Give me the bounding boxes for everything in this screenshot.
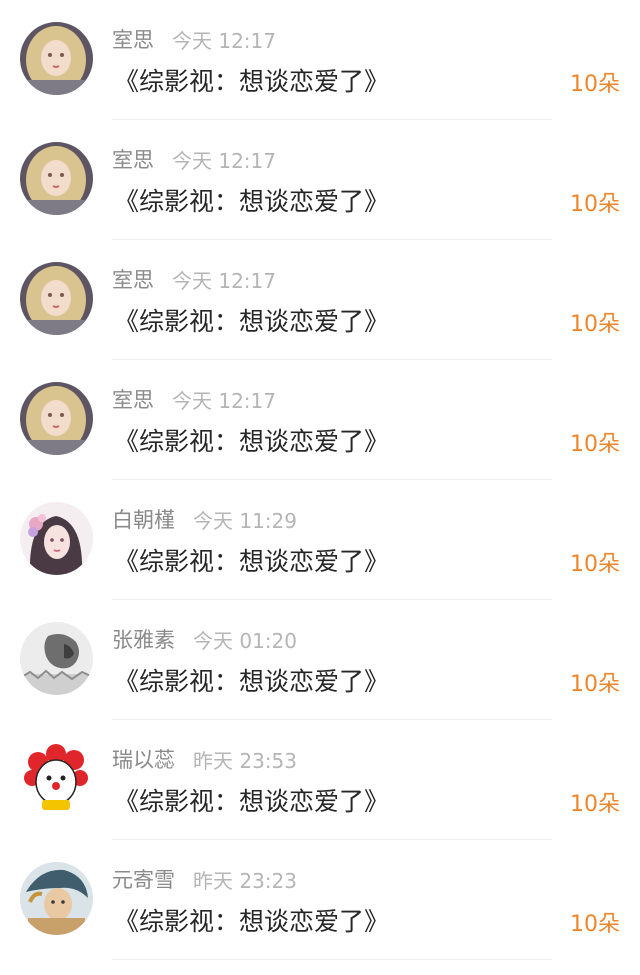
item-meta: 元寄雪 昨天 23:23 <box>112 864 297 894</box>
flower-count: 10朵 <box>570 552 620 577</box>
item-meta: 室思 今天 12:17 <box>112 264 276 294</box>
flower-count: 10朵 <box>570 432 620 457</box>
item-meta: 瑞以蕊 昨天 23:53 <box>112 744 297 774</box>
clown-avatar[interactable] <box>20 742 93 815</box>
lion-sketch-avatar[interactable] <box>20 622 93 695</box>
blonde-girl-avatar[interactable] <box>20 262 93 335</box>
book-title[interactable]: 《综影视：想谈恋爱了》 <box>114 902 389 938</box>
flower-count: 10朵 <box>570 912 620 937</box>
book-title[interactable]: 《综影视：想谈恋爱了》 <box>114 542 389 578</box>
user-name[interactable]: 室思 <box>112 24 154 54</box>
book-title[interactable]: 《综影视：想谈恋爱了》 <box>114 302 389 338</box>
item-meta: 室思 今天 12:17 <box>112 24 276 54</box>
list-item[interactable]: 室思 今天 12:17 《综影视：想谈恋爱了》 10朵 <box>0 0 640 120</box>
timestamp: 今天 12:17 <box>172 268 276 293</box>
timestamp: 昨天 23:23 <box>193 868 297 893</box>
book-title[interactable]: 《综影视：想谈恋爱了》 <box>114 422 389 458</box>
item-meta: 室思 今天 12:17 <box>112 384 276 414</box>
blonde-girl-avatar[interactable] <box>20 382 93 455</box>
flower-count: 10朵 <box>570 72 620 97</box>
flower-count: 10朵 <box>570 192 620 217</box>
timestamp: 今天 12:17 <box>172 148 276 173</box>
user-name[interactable]: 室思 <box>112 144 154 174</box>
book-title[interactable]: 《综影视：想谈恋爱了》 <box>114 182 389 218</box>
user-name[interactable]: 张雅素 <box>112 624 175 654</box>
gift-record-list: 室思 今天 12:17 《综影视：想谈恋爱了》 10朵 室思 今天 12:17 … <box>0 0 640 975</box>
blonde-girl-avatar[interactable] <box>20 142 93 215</box>
flower-count: 10朵 <box>570 312 620 337</box>
timestamp: 今天 12:17 <box>172 388 276 413</box>
flower-girl-avatar[interactable] <box>20 502 93 575</box>
flower-count: 10朵 <box>570 672 620 697</box>
anime-boy-avatar[interactable] <box>20 862 93 935</box>
user-name[interactable]: 室思 <box>112 384 154 414</box>
list-item[interactable]: 白朝槿 今天 11:29 《综影视：想谈恋爱了》 10朵 <box>0 480 640 600</box>
flower-count: 10朵 <box>570 792 620 817</box>
list-item[interactable]: 室思 今天 12:17 《综影视：想谈恋爱了》 10朵 <box>0 240 640 360</box>
divider <box>112 959 552 960</box>
book-title[interactable]: 《综影视：想谈恋爱了》 <box>114 662 389 698</box>
book-title[interactable]: 《综影视：想谈恋爱了》 <box>114 782 389 818</box>
list-item[interactable]: 室思 今天 12:17 《综影视：想谈恋爱了》 10朵 <box>0 120 640 240</box>
list-item[interactable]: 张雅素 今天 01:20 《综影视：想谈恋爱了》 10朵 <box>0 600 640 720</box>
user-name[interactable]: 瑞以蕊 <box>112 744 175 774</box>
item-meta: 白朝槿 今天 11:29 <box>112 504 297 534</box>
timestamp: 昨天 23:53 <box>193 748 297 773</box>
timestamp: 今天 11:29 <box>193 508 297 533</box>
user-name[interactable]: 白朝槿 <box>112 504 175 534</box>
timestamp: 今天 01:20 <box>193 628 297 653</box>
user-name[interactable]: 元寄雪 <box>112 864 175 894</box>
timestamp: 今天 12:17 <box>172 28 276 53</box>
list-item[interactable]: 瑞以蕊 昨天 23:53 《综影视：想谈恋爱了》 10朵 <box>0 720 640 840</box>
item-meta: 张雅素 今天 01:20 <box>112 624 297 654</box>
list-item[interactable]: 室思 今天 12:17 《综影视：想谈恋爱了》 10朵 <box>0 360 640 480</box>
blonde-girl-avatar[interactable] <box>20 22 93 95</box>
item-meta: 室思 今天 12:17 <box>112 144 276 174</box>
book-title[interactable]: 《综影视：想谈恋爱了》 <box>114 62 389 98</box>
user-name[interactable]: 室思 <box>112 264 154 294</box>
list-item[interactable]: 元寄雪 昨天 23:23 《综影视：想谈恋爱了》 10朵 <box>0 840 640 960</box>
